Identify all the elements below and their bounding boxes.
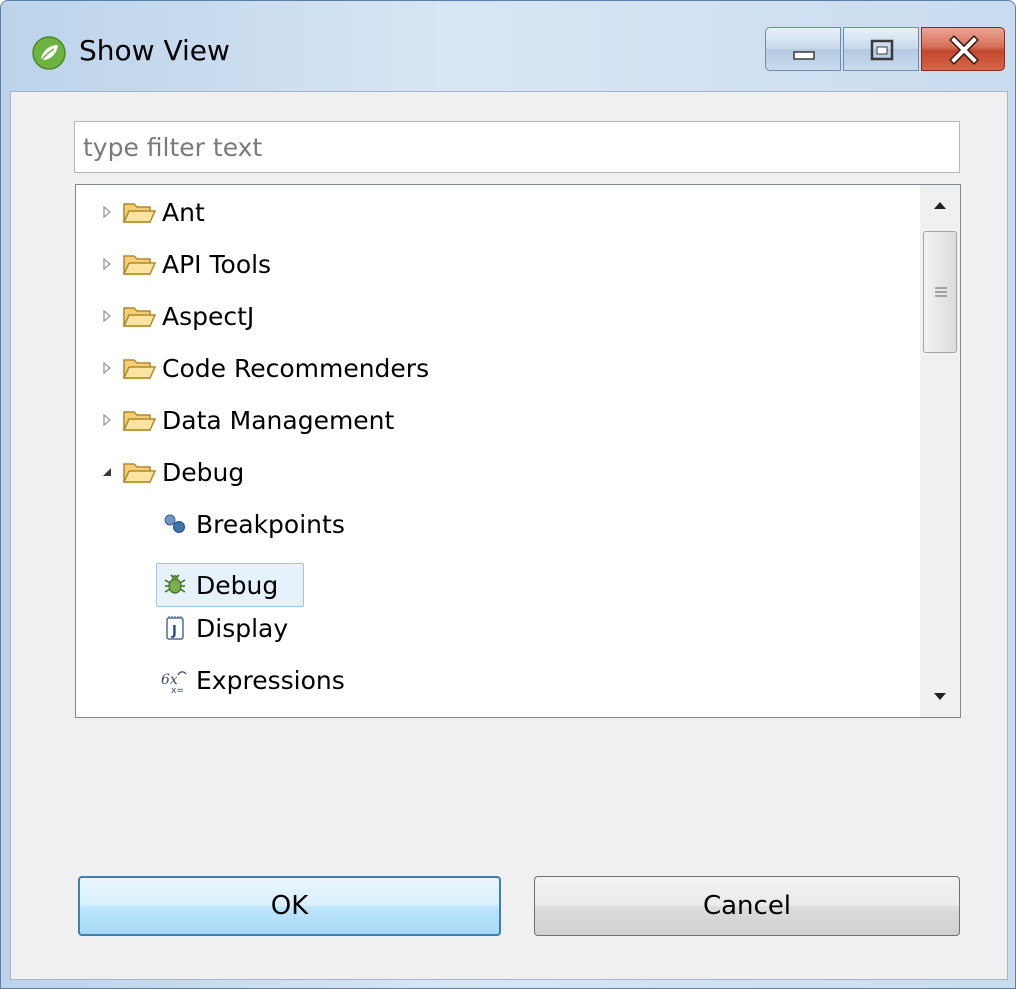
ok-button[interactable]: OK xyxy=(78,876,501,936)
minimize-icon xyxy=(793,51,815,60)
expanded-arrow-icon xyxy=(103,468,111,476)
collapsed-arrow-icon xyxy=(103,257,112,271)
window-title: Show View xyxy=(79,34,230,67)
tree-item-label: Ant xyxy=(162,197,205,227)
maximize-button[interactable] xyxy=(843,27,919,71)
tree-folder-aspectj[interactable]: AspectJ xyxy=(96,292,254,340)
folder-icon xyxy=(122,203,156,223)
tree-item-label: Debug xyxy=(162,457,245,487)
view-tree[interactable]: Ant API Tools AspectJ Code Recommenders xyxy=(75,184,961,718)
expressions-icon: 6x x= xyxy=(161,671,187,695)
svg-text:J: J xyxy=(171,624,177,639)
tree-item-label: API Tools xyxy=(162,249,272,279)
title-bar[interactable]: Show View xyxy=(1,1,1015,91)
collapsed-arrow-icon xyxy=(103,361,112,375)
tree-view-breakpoints[interactable]: Breakpoints xyxy=(160,500,345,548)
maximize-icon xyxy=(870,39,894,61)
bug-icon xyxy=(164,574,186,594)
vertical-scrollbar[interactable] xyxy=(920,185,960,717)
scrollbar-thumb[interactable] xyxy=(923,231,957,353)
tree-folder-debug[interactable]: Debug xyxy=(96,448,244,496)
tree-folder-api-tools[interactable]: API Tools xyxy=(96,240,271,288)
folder-icon xyxy=(122,411,156,431)
tree-item-label: AspectJ xyxy=(162,301,255,331)
grip-icon xyxy=(935,287,947,297)
minimize-button[interactable] xyxy=(765,27,841,71)
show-view-dialog: Show View type filter text Ant API Tools… xyxy=(0,0,1016,989)
tree-folder-data-management[interactable]: Data Management xyxy=(96,396,394,444)
tree-item-label: Display xyxy=(196,613,289,643)
cancel-button[interactable]: Cancel xyxy=(534,876,960,936)
tree-item-label: Expressions xyxy=(196,665,345,695)
dialog-body: Ant API Tools AspectJ Code Recommenders xyxy=(10,91,1008,980)
scroll-down-arrow-icon[interactable] xyxy=(920,677,960,717)
tree-folder-code-recommenders[interactable]: Code Recommenders xyxy=(96,344,429,392)
tree-item-label: Code Recommenders xyxy=(162,353,430,383)
folder-icon xyxy=(122,307,156,327)
folder-open-icon xyxy=(122,463,156,483)
folder-icon xyxy=(122,359,156,379)
tree-view-display[interactable]: J Display xyxy=(160,604,288,652)
scroll-up-arrow-icon[interactable] xyxy=(920,185,960,225)
display-icon: J xyxy=(166,616,184,640)
close-button[interactable] xyxy=(921,27,1005,71)
folder-icon xyxy=(122,255,156,275)
filter-input[interactable] xyxy=(74,121,960,173)
collapsed-arrow-icon xyxy=(103,309,112,323)
breakpoints-icon xyxy=(164,514,185,533)
close-icon xyxy=(949,35,979,65)
tree-folder-ant[interactable]: Ant xyxy=(96,188,205,236)
collapsed-arrow-icon xyxy=(103,205,112,219)
tree-item-label: Breakpoints xyxy=(196,509,345,539)
tree-view-expressions[interactable]: 6x x= Expressions xyxy=(160,656,345,704)
tree-item-label: Debug xyxy=(196,570,279,600)
tree-item-label: Data Management xyxy=(162,405,395,435)
collapsed-arrow-icon xyxy=(103,413,112,427)
tree-view-debug[interactable]: Debug xyxy=(160,561,278,609)
svg-text:x=: x= xyxy=(171,686,184,695)
spring-leaf-icon xyxy=(32,36,66,70)
